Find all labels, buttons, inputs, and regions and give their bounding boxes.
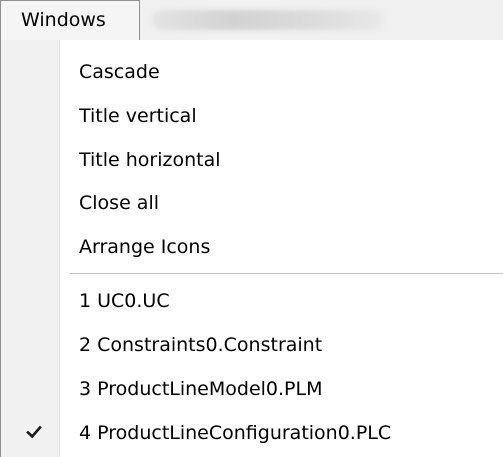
menu-item-label: 3 ProductLineModel0.PLM	[79, 378, 323, 400]
menu-separator-highlight	[70, 274, 503, 275]
menu-item-window-4[interactable]: 4 ProductLineConfiguration0.PLC	[1, 413, 503, 453]
menu-item-label: Close all	[79, 192, 159, 214]
windows-menu-screen: Windows Cascade Title vertical Title hor…	[0, 0, 503, 457]
menu-item-close-all[interactable]: Close all	[1, 183, 503, 223]
menu-item-window-2[interactable]: 2 Constraints0.Constraint	[1, 325, 503, 365]
blurred-window-title	[152, 10, 384, 30]
menu-item-label: 2 Constraints0.Constraint	[79, 334, 323, 356]
menu-item-window-3[interactable]: 3 ProductLineModel0.PLM	[1, 369, 503, 409]
menu-bar: Windows	[0, 0, 503, 40]
menu-item-window-1[interactable]: 1 UC0.UC	[1, 281, 503, 321]
menu-item-title-horizontal[interactable]: Title horizontal	[1, 140, 503, 180]
menu-item-label: 4 ProductLineConfiguration0.PLC	[79, 422, 392, 444]
check-icon	[26, 425, 42, 439]
menu-item-label: Cascade	[79, 61, 160, 83]
windows-dropdown-menu: Cascade Title vertical Title horizontal …	[0, 40, 503, 457]
menu-item-arrange-icons[interactable]: Arrange Icons	[1, 227, 503, 267]
menu-item-label: Arrange Icons	[79, 236, 211, 258]
windows-menu-title[interactable]: Windows	[0, 0, 140, 40]
menu-item-title-vertical[interactable]: Title vertical	[1, 96, 503, 136]
menu-item-label: Title vertical	[79, 105, 197, 127]
menu-item-label: Title horizontal	[79, 149, 221, 171]
menu-item-label: 1 UC0.UC	[79, 290, 170, 312]
menu-item-cascade[interactable]: Cascade	[1, 52, 503, 92]
